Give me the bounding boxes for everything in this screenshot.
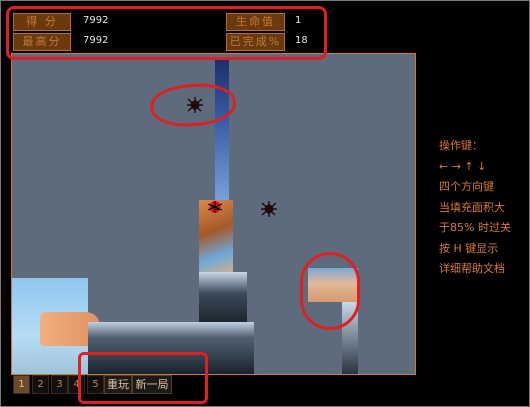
lives-label: 生命值 [226, 13, 285, 31]
level-4-button[interactable]: 4 [68, 375, 85, 394]
lives-value: 1 [295, 15, 302, 26]
help-line: 当填充面积大 [439, 200, 505, 214]
help-line: 按 H 键显示 [439, 241, 499, 255]
best-score-label: 最高分 [13, 33, 71, 51]
level-1-button[interactable]: 1 [13, 375, 30, 394]
controls-help-panel: 操作键： ← → ↑ ↓ 四个方向键 当填充面积大 于85% 时过关 按 H 键… [439, 136, 511, 280]
ladybug-icon [207, 201, 223, 213]
revealed-rock-region [199, 272, 247, 326]
revealed-strip [215, 60, 229, 200]
help-line: 详细帮助文档 [439, 262, 505, 275]
help-line: 于85% 时过关 [439, 221, 511, 234]
revealed-hand-region [308, 268, 358, 302]
spider-icon [187, 97, 203, 113]
best-score-value: 7992 [83, 35, 109, 46]
game-window: 得 分 7992 最高分 7992 生命值 1 已完成% 18 操作键： ← →… [0, 0, 530, 407]
arrow-keys-hint: ← → ↑ ↓ [439, 159, 487, 173]
revealed-column-region [342, 302, 358, 374]
replay-button[interactable]: 重玩 [104, 375, 132, 394]
score-label: 得 分 [13, 13, 71, 31]
help-title: 操作键： [439, 139, 483, 152]
completion-label: 已完成% [226, 33, 285, 51]
level-2-button[interactable]: 2 [32, 375, 49, 394]
completion-value: 18 [295, 35, 308, 46]
new-game-button[interactable]: 新一局 [132, 375, 172, 394]
level-5-button[interactable]: 5 [87, 375, 104, 394]
level-3-button[interactable]: 3 [51, 375, 68, 394]
spider-icon [261, 201, 277, 217]
revealed-mountain-region [88, 322, 254, 374]
help-line: 四个方向键 [439, 180, 494, 193]
game-board[interactable] [11, 53, 416, 375]
score-value: 7992 [83, 15, 109, 26]
